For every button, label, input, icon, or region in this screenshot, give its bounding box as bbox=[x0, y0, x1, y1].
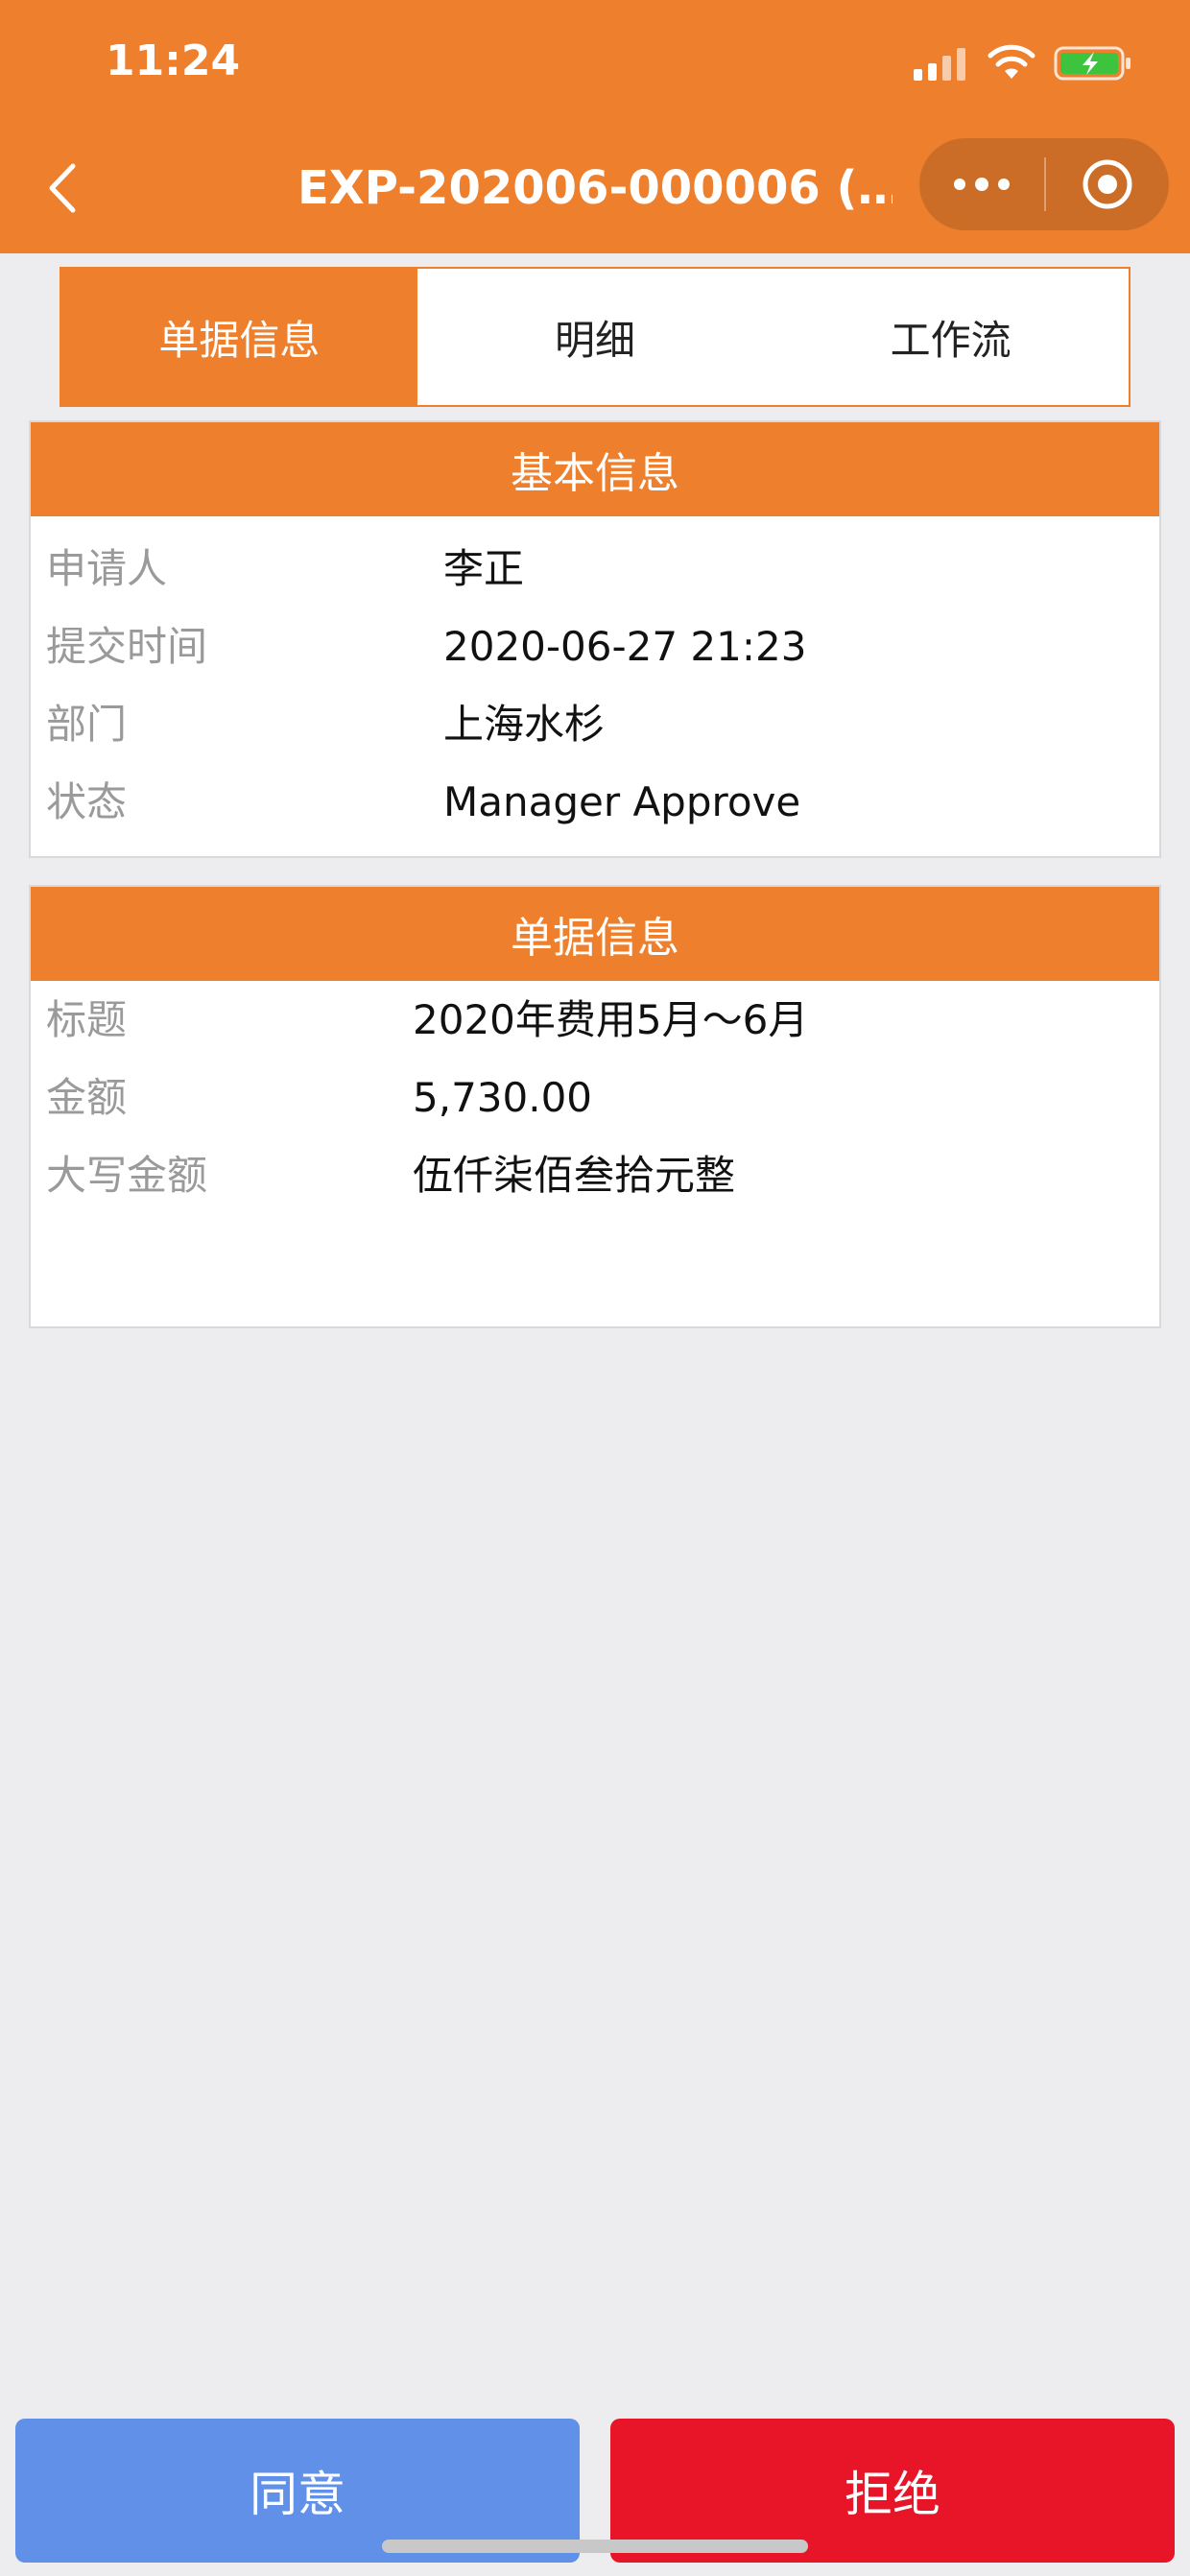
target-close-icon bbox=[1083, 159, 1132, 209]
home-indicator[interactable] bbox=[382, 2540, 808, 2553]
row-label: 大写金额 bbox=[46, 1152, 208, 1199]
more-dots-icon bbox=[954, 178, 1010, 191]
bill-info-section: 单据信息 标题 2020年费用5月～6月 金额 5,730.00 大写金额 伍仟… bbox=[29, 885, 1161, 1328]
back-button[interactable] bbox=[38, 154, 86, 223]
tab-bill-info[interactable]: 单据信息 bbox=[61, 269, 417, 405]
row-value: 上海水杉 bbox=[443, 701, 606, 748]
row-value: Manager Approve bbox=[443, 778, 801, 825]
row-label: 申请人 bbox=[46, 545, 168, 592]
info-row-applicant: 申请人 李正 bbox=[31, 530, 1159, 608]
tab-details[interactable]: 明细 bbox=[417, 269, 774, 405]
page-title: EXP-202006-000006 (… bbox=[298, 161, 892, 215]
row-value: 李正 bbox=[443, 545, 525, 592]
row-label: 金额 bbox=[46, 1074, 128, 1121]
tab-bar: 单据信息 明细 工作流 bbox=[60, 267, 1130, 407]
row-value: 2020年费用5月～6月 bbox=[413, 996, 809, 1043]
info-row-amount: 金额 5,730.00 bbox=[31, 1059, 1159, 1136]
row-value: 5,730.00 bbox=[413, 1074, 593, 1121]
section-title: 基本信息 bbox=[31, 422, 1159, 516]
info-row-submit-time: 提交时间 2020-06-27 21:23 bbox=[31, 608, 1159, 685]
wifi-icon bbox=[988, 44, 1035, 79]
row-label: 提交时间 bbox=[46, 623, 208, 670]
header: 11:24 EXP-202006-000006 (… bbox=[0, 0, 1190, 253]
row-value: 伍仟柒佰叁拾元整 bbox=[413, 1152, 736, 1199]
status-time: 11:24 bbox=[106, 36, 241, 85]
info-row-title: 标题 2020年费用5月～6月 bbox=[31, 981, 1159, 1059]
row-label: 部门 bbox=[46, 701, 128, 748]
battery-icon bbox=[1054, 46, 1130, 81]
signal-icon bbox=[914, 48, 965, 81]
section-title: 单据信息 bbox=[31, 887, 1159, 981]
row-label: 标题 bbox=[46, 996, 128, 1043]
basic-info-section: 基本信息 申请人 李正 提交时间 2020-06-27 21:23 部门 上海水… bbox=[29, 420, 1161, 858]
more-button[interactable] bbox=[919, 138, 1044, 230]
mini-program-capsule bbox=[919, 138, 1169, 230]
close-mini-program-button[interactable] bbox=[1046, 138, 1169, 230]
chevron-left-icon bbox=[49, 163, 76, 213]
tab-workflow[interactable]: 工作流 bbox=[773, 269, 1129, 405]
info-row-amount-in-words: 大写金额 伍仟柒佰叁拾元整 bbox=[31, 1136, 1159, 1214]
row-value: 2020-06-27 21:23 bbox=[443, 623, 807, 670]
status-icons bbox=[914, 44, 1144, 83]
info-row-status: 状态 Manager Approve bbox=[31, 763, 1159, 841]
row-label: 状态 bbox=[46, 778, 128, 825]
info-row-department: 部门 上海水杉 bbox=[31, 685, 1159, 763]
